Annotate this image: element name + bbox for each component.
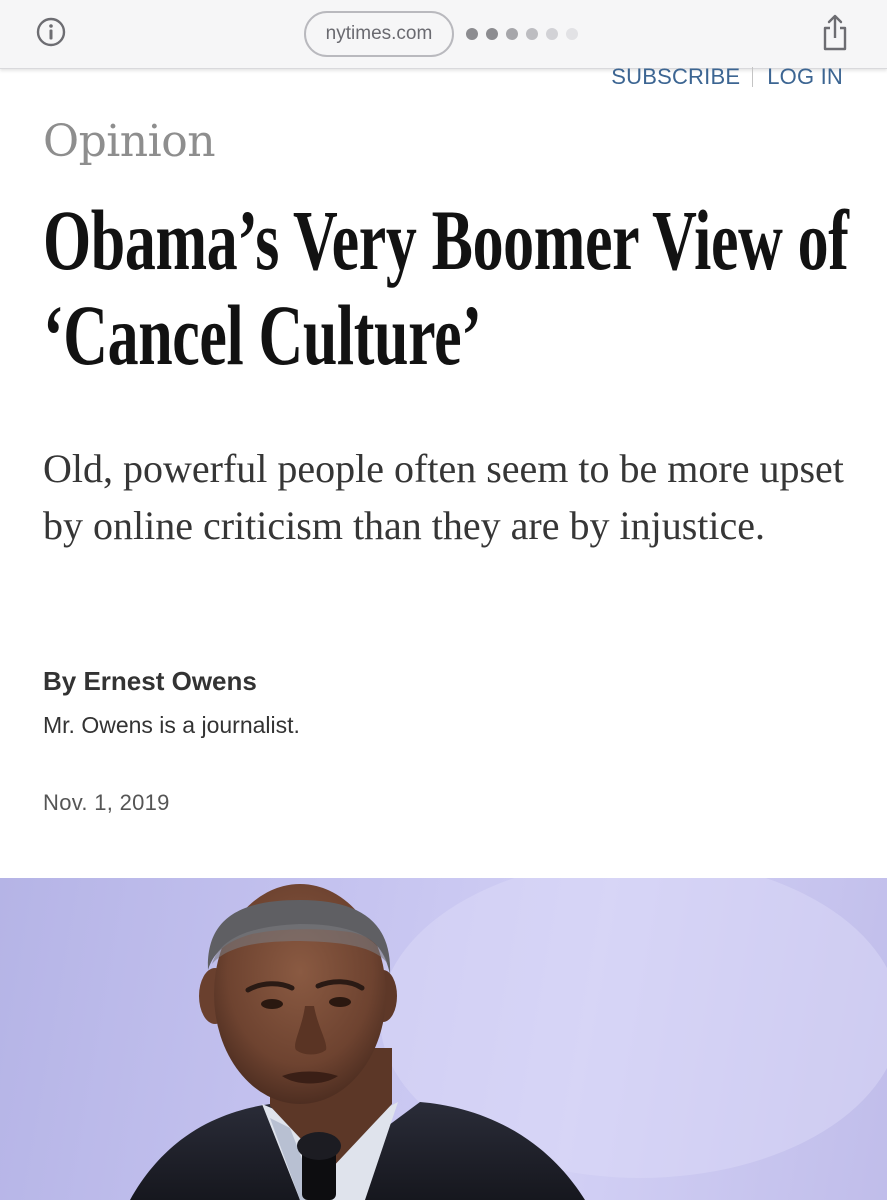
- section-label[interactable]: Opinion: [43, 116, 216, 167]
- lead-photo: [0, 878, 887, 1200]
- loading-dot: [546, 28, 558, 40]
- address-bar[interactable]: nytimes.com: [304, 11, 454, 57]
- account-links: SUBSCRIBE LOG IN: [611, 64, 843, 90]
- divider: [752, 67, 754, 87]
- publication-date: Nov. 1, 2019: [43, 790, 170, 815]
- author-bio: Mr. Owens is a journalist.: [43, 712, 300, 738]
- url-domain: nytimes.com: [325, 23, 433, 44]
- browser-toolbar: nytimes.com: [0, 0, 887, 69]
- article-summary: Old, powerful people often seem to be mo…: [43, 446, 844, 548]
- loading-dot: [526, 28, 538, 40]
- byline[interactable]: By Ernest Owens: [43, 666, 257, 697]
- loading-dot: [506, 28, 518, 40]
- loading-dot: [486, 28, 498, 40]
- page-loading-indicator: [466, 28, 578, 40]
- login-link[interactable]: LOG IN: [767, 64, 843, 90]
- article-headline: Obama’s Very Boomer View of ‘Cancel Cult…: [43, 192, 849, 383]
- share-icon[interactable]: [820, 12, 850, 52]
- obama-portrait-illustration: [130, 878, 887, 1200]
- loading-dot: [466, 28, 478, 40]
- info-circle-icon[interactable]: [36, 17, 66, 47]
- subscribe-link[interactable]: SUBSCRIBE: [611, 64, 740, 90]
- loading-dot: [566, 28, 578, 40]
